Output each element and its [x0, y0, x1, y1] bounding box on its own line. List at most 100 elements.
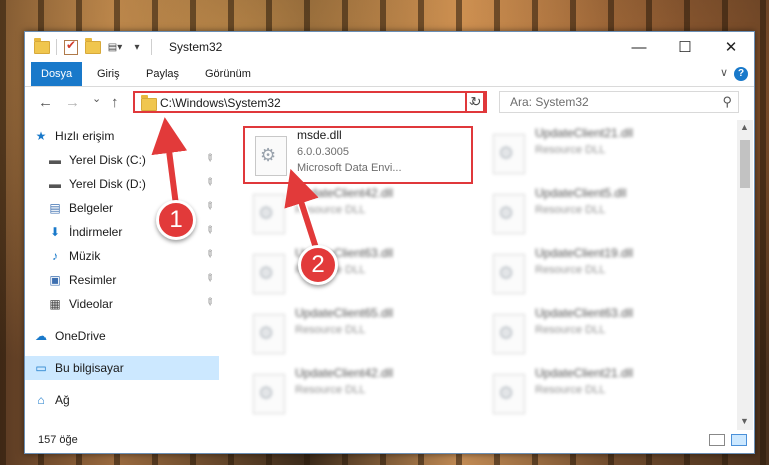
new-folder-icon[interactable]	[85, 37, 101, 55]
file-tile[interactable]: UpdateClient65.dll Resource DLL	[243, 306, 473, 364]
expand-ribbon-icon[interactable]: ∨	[720, 66, 728, 79]
downloads-icon: ⬇	[49, 225, 61, 239]
sidebar-item-label: Resimler	[69, 273, 117, 287]
pin-icon[interactable]: ✎	[202, 224, 216, 238]
scroll-down-icon[interactable]: ▼	[740, 416, 749, 426]
file-name: UpdateClient63.dll	[535, 306, 634, 320]
dll-file-icon	[255, 136, 287, 176]
file-tile[interactable]: UpdateClient21.dll Resource DLL	[483, 126, 713, 184]
status-bar: 157 öğe	[25, 430, 754, 452]
forward-arrow-icon[interactable]: →	[65, 94, 80, 111]
cloud-icon: ☁	[35, 329, 47, 343]
search-input[interactable]: Ara: System32 ⚲	[499, 91, 739, 113]
sidebar-item[interactable]: ♪ Müzik ✎	[25, 244, 219, 268]
sidebar-item[interactable]: ★ Hızlı erişim	[25, 124, 219, 148]
scroll-thumb[interactable]	[740, 140, 750, 188]
refresh-button[interactable]: ↻	[465, 91, 487, 113]
file-detail: Resource DLL	[535, 324, 606, 336]
star-icon: ★	[35, 129, 47, 143]
pin-icon[interactable]: ✎	[202, 200, 216, 214]
pin-icon[interactable]: ✎	[202, 296, 216, 310]
address-path[interactable]: C:\Windows\System32	[160, 96, 281, 110]
up-arrow-icon[interactable]: ↑	[111, 94, 119, 111]
toolbar-dropdown-icon[interactable]: ▾	[129, 39, 145, 55]
file-name: UpdateClient65.dll	[295, 306, 394, 320]
file-description: Microsoft Data Envi...	[297, 162, 402, 174]
sidebar-item-label: Belgeler	[69, 201, 114, 215]
file-detail: 6.0.0.3005	[297, 146, 349, 158]
file-tile[interactable]: msde.dll 6.0.0.3005 Microsoft Data Envi...	[243, 126, 473, 184]
drive-icon: ▬	[49, 177, 61, 191]
file-tile[interactable]: UpdateClient42.dll Resource DLL	[243, 186, 473, 244]
sidebar-item[interactable]: ▭ Bu bilgisayar	[25, 356, 219, 380]
file-explorer-window: ▤▾ ▾ System32 — ☐ ✕ Dosya Giriş Paylaş G…	[24, 31, 755, 454]
file-detail: Resource DLL	[295, 204, 366, 216]
recent-locations-icon[interactable]: ⌄	[92, 92, 101, 105]
customize-toolbar-icon[interactable]: ▤▾	[107, 39, 123, 55]
file-detail: Resource DLL	[295, 324, 366, 336]
ribbon-tabs: Dosya Giriş Paylaş Görünüm ∨ ?	[25, 62, 754, 87]
file-tile[interactable]: UpdateClient63.dll Resource DLL	[483, 306, 713, 364]
file-tile[interactable]: UpdateClient63.dllResource DLL	[243, 246, 473, 304]
file-name: UpdateClient42.dll	[295, 186, 394, 200]
maximize-button[interactable]: ☐	[662, 32, 708, 62]
item-count: 157 öğe	[38, 434, 78, 446]
sidebar-item[interactable]: ▣ Resimler ✎	[25, 268, 219, 292]
sidebar-item[interactable]: ▦ Videolar ✎	[25, 292, 219, 316]
file-tile[interactable]: UpdateClient5.dll Resource DLL	[483, 186, 713, 244]
scroll-up-icon[interactable]: ▲	[740, 122, 749, 132]
file-tile[interactable]: UpdateClient42.dll Resource DLL	[243, 366, 473, 424]
sidebar-item[interactable]: ▬ Yerel Disk (C:) ✎	[25, 148, 219, 172]
network-icon: ⌂	[37, 393, 45, 407]
dll-file-icon	[493, 194, 525, 234]
file-name: UpdateClient21.dll	[535, 126, 634, 140]
address-bar[interactable]: C:\Windows\System32 ⌄	[133, 91, 485, 113]
close-button[interactable]: ✕	[708, 32, 754, 62]
tab-file[interactable]: Dosya	[31, 62, 83, 86]
file-detail: Resource DLL	[295, 384, 366, 396]
sidebar-item[interactable]: ⌂ Ağ	[25, 388, 219, 412]
tab-share[interactable]: Paylaş	[136, 62, 189, 86]
dll-file-icon	[493, 314, 525, 354]
dll-file-icon	[493, 134, 525, 174]
properties-icon[interactable]	[63, 38, 79, 55]
search-placeholder: Ara: System32	[510, 95, 589, 109]
file-tile[interactable]: UpdateClient19.dll Resource DLL	[483, 246, 713, 304]
window-title: System32	[169, 40, 223, 54]
sidebar-item-label: İndirmeler	[69, 225, 123, 239]
navigation-pane: ★ Hızlı erişim ▬ Yerel Disk (C:) ✎ ▬ Yerel Dis…	[25, 120, 219, 430]
file-detail: Resource DLL	[535, 144, 606, 156]
dll-file-icon	[493, 374, 525, 414]
sidebar-item-label: OneDrive	[55, 329, 106, 343]
annotation-badge-1: 1	[156, 200, 196, 240]
pin-icon[interactable]: ✎	[202, 248, 216, 262]
details-view-icon[interactable]	[709, 434, 725, 446]
sidebar-item[interactable]: ▬ Yerel Disk (D:) ✎	[25, 172, 219, 196]
search-icon[interactable]: ⚲	[722, 94, 732, 110]
dll-file-icon	[253, 314, 285, 354]
sidebar-item-label: Yerel Disk (D:)	[69, 177, 146, 191]
minimize-button[interactable]: —	[616, 32, 662, 62]
pin-icon[interactable]: ✎	[202, 152, 216, 166]
help-icon[interactable]: ?	[734, 67, 748, 81]
quick-access-toolbar: ▤▾ ▾	[34, 37, 158, 55]
pictures-icon: ▣	[49, 273, 61, 287]
file-tile[interactable]: UpdateClient21.dll Resource DLL	[483, 366, 713, 424]
file-name: UpdateClient42.dll	[295, 366, 394, 380]
tab-view[interactable]: Görünüm	[195, 62, 261, 86]
sidebar-item-label: Hızlı erişim	[55, 129, 115, 143]
vertical-scrollbar[interactable]: ▲ ▼	[737, 120, 753, 430]
tiles-view-icon[interactable]	[731, 434, 747, 446]
videos-icon: ▦	[49, 297, 61, 311]
tab-home[interactable]: Giriş	[87, 62, 130, 86]
sidebar-item[interactable]: ☁ OneDrive	[25, 324, 219, 348]
documents-icon: ▤	[49, 201, 61, 215]
toolbar-separator	[151, 39, 152, 55]
folder-icon[interactable]	[34, 37, 50, 55]
pin-icon[interactable]: ✎	[202, 272, 216, 286]
sidebar-item-label: Bu bilgisayar	[55, 361, 124, 375]
pin-icon[interactable]: ✎	[202, 176, 216, 190]
drive-icon: ▬	[49, 153, 61, 167]
sidebar-item-label: Müzik	[69, 249, 101, 263]
back-arrow-icon[interactable]: ←	[38, 94, 53, 111]
